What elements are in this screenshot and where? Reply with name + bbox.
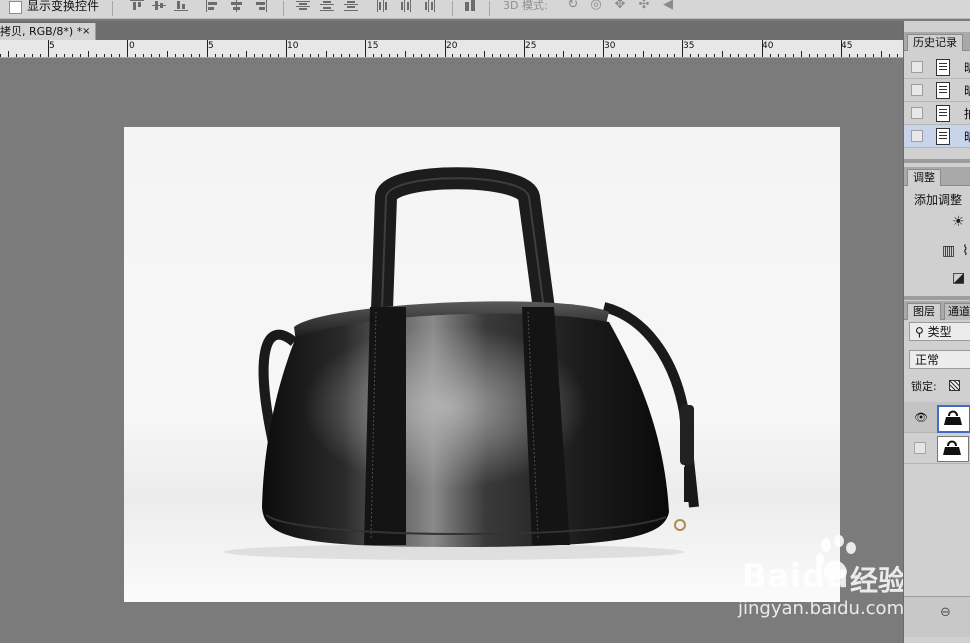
ruler-label: 40: [762, 41, 774, 51]
history-snapshot-checkbox[interactable]: [911, 130, 923, 142]
align-top-edges-icon[interactable]: [130, 0, 144, 12]
ruler-label: 25: [525, 41, 537, 51]
link-layers-icon[interactable]: ⊖: [940, 605, 951, 620]
visibility-eye-icon[interactable]: 👁: [914, 411, 928, 424]
history-item-label: 昕: [964, 128, 970, 145]
document-canvas[interactable]: [124, 127, 840, 602]
options-separator: [283, 1, 284, 16]
lock-transparent-pixels-icon[interactable]: [949, 380, 960, 391]
layer-row[interactable]: [904, 433, 970, 464]
history-item[interactable]: 昕: [904, 56, 970, 79]
layer-filter-label: 类型: [927, 325, 952, 339]
handbag-image: [224, 167, 699, 560]
watermark-brand: Baidu: [742, 557, 850, 595]
distribute-vertical-centers-icon[interactable]: [320, 0, 334, 12]
right-panel-dock: 历史记录 昕 昕 拍 昕 调整 添加调整 ☀ ▥ ⌇ ◪ 图层 通道 ⚲ 类型 …: [903, 21, 970, 643]
layers-panel-tabbar: 图层 通道: [904, 301, 970, 320]
history-snapshot-checkbox[interactable]: [911, 84, 923, 96]
ruler-label: 0: [129, 41, 135, 51]
levels-icon[interactable]: ▥: [942, 244, 955, 258]
search-icon: ⚲: [915, 325, 924, 339]
scale-3d-icon[interactable]: ◀: [660, 0, 676, 12]
history-item[interactable]: 拍: [904, 102, 970, 125]
align-vertical-centers-icon[interactable]: [152, 0, 166, 12]
slide-3d-icon[interactable]: ✣: [636, 0, 652, 12]
options-separator: [452, 1, 453, 16]
align-right-edges-icon[interactable]: [254, 0, 268, 12]
tab-adjustments[interactable]: 调整: [907, 169, 941, 186]
ruler-label: 20: [446, 41, 458, 51]
history-state-icon: [936, 82, 950, 99]
history-item-label: 拍: [964, 105, 970, 122]
tab-channels[interactable]: 通道: [944, 303, 970, 320]
distribute-horizontal-centers-icon[interactable]: [400, 0, 414, 12]
rotate-3d-icon[interactable]: ↻: [565, 0, 581, 12]
lock-label: 锁定:: [911, 380, 937, 393]
options-separator: [489, 1, 490, 16]
adjustments-panel-tabbar: 调整: [904, 167, 970, 186]
document-tab[interactable]: 拷贝, RGB/8*) * ×: [0, 23, 96, 40]
watermark-url: jingyan.baidu.com: [738, 598, 905, 619]
distribute-right-edges-icon[interactable]: [424, 0, 438, 12]
options-separator: [112, 1, 113, 16]
options-bar: 显示变换控件 3D 模式: ↻ ◎ ✥ ✣ ◀: [0, 0, 970, 19]
ruler-label: 30: [604, 41, 616, 51]
layer-row-selected[interactable]: 👁: [904, 402, 970, 433]
blend-mode-value: 正常: [915, 353, 940, 367]
horizontal-ruler[interactable]: 5 0 5 10 15 20 25 30 35 40 45: [0, 40, 903, 58]
curves-icon[interactable]: ⌇: [962, 244, 969, 258]
align-left-edges-icon[interactable]: [206, 0, 220, 12]
history-state-icon: [936, 105, 950, 122]
layer-thumbnail: [937, 405, 970, 433]
watermark-brand-cn: 经验: [850, 564, 907, 597]
mode-3d-label: 3D 模式:: [503, 0, 548, 12]
history-state-icon: [936, 59, 950, 76]
history-item-selected[interactable]: 昕: [904, 125, 970, 148]
close-tab-icon[interactable]: ×: [82, 23, 90, 40]
drag-3d-icon[interactable]: ✥: [612, 0, 628, 12]
layer-thumbnail: [937, 436, 969, 462]
history-state-icon: [936, 128, 950, 145]
ruler-label: 5: [208, 41, 214, 51]
ruler-label: 15: [367, 41, 379, 51]
history-item-label: 昕: [964, 59, 970, 76]
visibility-toggle-box[interactable]: [914, 442, 926, 454]
document-tab-bar: 拷贝, RGB/8*) * ×: [0, 21, 903, 40]
tab-history[interactable]: 历史记录: [907, 34, 963, 51]
distribute-bottom-edges-icon[interactable]: [344, 0, 358, 12]
align-horizontal-centers-icon[interactable]: [230, 0, 244, 12]
roll-3d-icon[interactable]: ◎: [588, 0, 604, 12]
brightness-contrast-icon[interactable]: ☀: [952, 215, 965, 229]
distribute-top-edges-icon[interactable]: [296, 0, 310, 12]
align-bottom-edges-icon[interactable]: [174, 0, 188, 12]
layers-panel-footer: ⊖: [904, 596, 970, 637]
show-transform-controls-label: 显示变换控件: [27, 0, 100, 13]
panel-divider: [904, 159, 970, 163]
history-item-label: 昕: [964, 82, 970, 99]
adjustments-title: 添加调整: [914, 193, 963, 207]
history-panel-tabbar: 历史记录: [904, 32, 970, 51]
layer-filter-kind[interactable]: ⚲ 类型: [909, 322, 970, 341]
ruler-label: 5: [49, 41, 55, 51]
ruler-label: 45: [841, 41, 853, 51]
tab-layers[interactable]: 图层: [907, 303, 941, 320]
history-snapshot-checkbox[interactable]: [911, 107, 923, 119]
exposure-icon[interactable]: ◪: [952, 271, 965, 285]
show-transform-controls-checkbox[interactable]: [9, 1, 22, 14]
history-item[interactable]: 昕: [904, 79, 970, 102]
blend-mode-select[interactable]: 正常: [909, 350, 970, 369]
panel-divider: [904, 296, 970, 300]
history-snapshot-checkbox[interactable]: [911, 61, 923, 73]
document-tab-title: 拷贝, RGB/8*) *: [0, 25, 83, 38]
ruler-label: 10: [287, 41, 299, 51]
ruler-label: 35: [683, 41, 695, 51]
auto-align-layers-icon[interactable]: [464, 0, 478, 12]
distribute-left-edges-icon[interactable]: [376, 0, 390, 12]
